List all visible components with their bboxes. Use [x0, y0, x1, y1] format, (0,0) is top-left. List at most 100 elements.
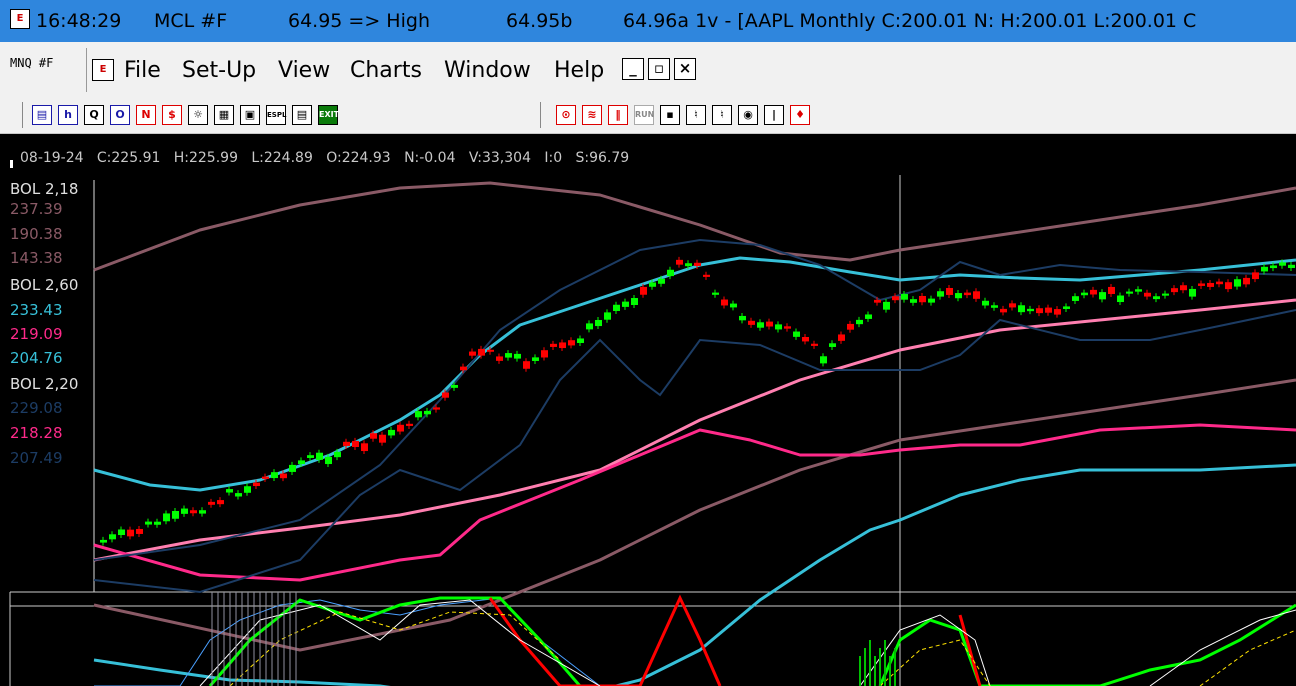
indicator-red-line [488, 594, 722, 686]
candle-body [145, 521, 152, 525]
candle-body [280, 473, 287, 479]
target-icon[interactable]: ◉ [738, 105, 758, 125]
news-icon[interactable]: N [136, 105, 156, 125]
band-line-0 [93, 181, 1296, 272]
clock-icon[interactable]: ⊙ [556, 105, 576, 125]
candle-body [532, 357, 539, 361]
grid-icon[interactable]: ▦ [214, 105, 234, 125]
restore-button[interactable]: ▫ [648, 58, 670, 80]
candle-body [991, 305, 998, 308]
candle-body [712, 292, 719, 295]
candle-body [208, 501, 215, 505]
bar-tool-icon[interactable]: | [764, 105, 784, 125]
legend-bol-2: BOL 2,60 [10, 276, 79, 294]
candle-body [1009, 303, 1016, 308]
candle-body [199, 510, 206, 514]
legend-bol-3-mid: 218.28 [10, 424, 63, 442]
candle-body [244, 486, 251, 493]
candle-body [442, 392, 449, 398]
candle-body [874, 299, 881, 303]
lock-l-icon[interactable]: ♮ [712, 105, 732, 125]
run-icon[interactable]: RUN [634, 105, 654, 125]
menu-window[interactable]: Window [444, 58, 531, 83]
candle-body [451, 384, 458, 388]
option-icon[interactable]: O [110, 105, 130, 125]
candle-body [595, 319, 602, 327]
candle-body [415, 411, 422, 418]
candle-body [937, 291, 944, 297]
candle-body [865, 314, 872, 319]
candle-body [1108, 286, 1115, 294]
candle-body [658, 278, 665, 284]
lock-s-icon[interactable]: ♮ [686, 105, 706, 125]
title-bid: 64.95b [506, 10, 573, 32]
dollar-icon[interactable]: $ [162, 105, 182, 125]
candle-body [127, 529, 134, 537]
candle-body [982, 300, 989, 306]
portfolio-icon[interactable]: ▣ [240, 105, 260, 125]
price-chart[interactable] [0, 134, 1296, 686]
candle-body [676, 259, 683, 265]
legend-bol-3-upper: 229.08 [10, 399, 63, 417]
candle-body [883, 301, 890, 310]
candle-body [136, 528, 143, 534]
candle-body [424, 410, 431, 415]
exit-icon[interactable]: EXIT [318, 105, 339, 125]
chart-layout-icon[interactable]: ▤ [32, 105, 52, 125]
menu-setup[interactable]: Set-Up [182, 58, 256, 83]
candle-body [406, 423, 413, 426]
candle-body [1054, 309, 1061, 315]
candle-body [694, 262, 701, 266]
candle-body [1216, 281, 1223, 285]
app-icon: E [10, 9, 30, 29]
info-open: O:224.93 [326, 150, 391, 166]
candle-body [478, 348, 485, 356]
history-icon[interactable]: h [58, 105, 78, 125]
legend-bol-1-lower: 143.38 [10, 249, 63, 267]
candle-body [955, 293, 962, 299]
close-button[interactable]: × [674, 58, 696, 80]
candle-body [892, 296, 899, 301]
espl-icon[interactable]: ESPL [266, 105, 286, 125]
candle-body [388, 429, 395, 436]
candle-body [109, 534, 116, 540]
candle-body [379, 434, 386, 443]
candle-body [307, 455, 314, 458]
candle-body [298, 460, 305, 464]
candle-body [334, 451, 341, 458]
waves-icon[interactable]: ≋ [582, 105, 602, 125]
candle-body [352, 440, 359, 448]
candle-body [1288, 264, 1295, 269]
menu-help[interactable]: Help [554, 58, 604, 83]
band-line-4 [93, 463, 1296, 686]
candle-body [217, 500, 224, 505]
legend-bol-1-upper: 237.39 [10, 200, 63, 218]
candle-body [523, 361, 530, 369]
info-s: S:96.79 [575, 150, 630, 166]
candle-body [856, 319, 863, 325]
info-high: H:225.99 [173, 150, 238, 166]
candle-body [1135, 289, 1142, 292]
minimize-button[interactable]: _ [622, 58, 644, 80]
order-icon[interactable]: ▪ [660, 105, 680, 125]
candle-body [1180, 285, 1187, 291]
candle-body [604, 312, 611, 320]
candle-body [262, 476, 269, 479]
candle-tool-icon[interactable]: ♦ [790, 105, 810, 125]
print-icon[interactable]: ▤ [292, 105, 312, 125]
quote-icon[interactable]: Q [84, 105, 104, 125]
candle-body [154, 521, 161, 525]
candle-body [793, 331, 800, 337]
menu-charts[interactable]: Charts [350, 58, 422, 83]
candle-body [1171, 288, 1178, 293]
menu-file[interactable]: File [124, 58, 161, 83]
candle-body [397, 424, 404, 432]
candle-body [910, 299, 917, 303]
menu-view[interactable]: View [278, 58, 330, 83]
info-date: 08-19-24 [20, 150, 84, 166]
bars-icon[interactable]: ‖ [608, 105, 628, 125]
legend-bol-3-lower: 207.49 [10, 449, 63, 467]
alarm-icon[interactable]: ☼ [188, 105, 208, 125]
menu-symbol-label: MNQ #F [10, 56, 54, 70]
document-icon[interactable]: E [92, 59, 114, 81]
